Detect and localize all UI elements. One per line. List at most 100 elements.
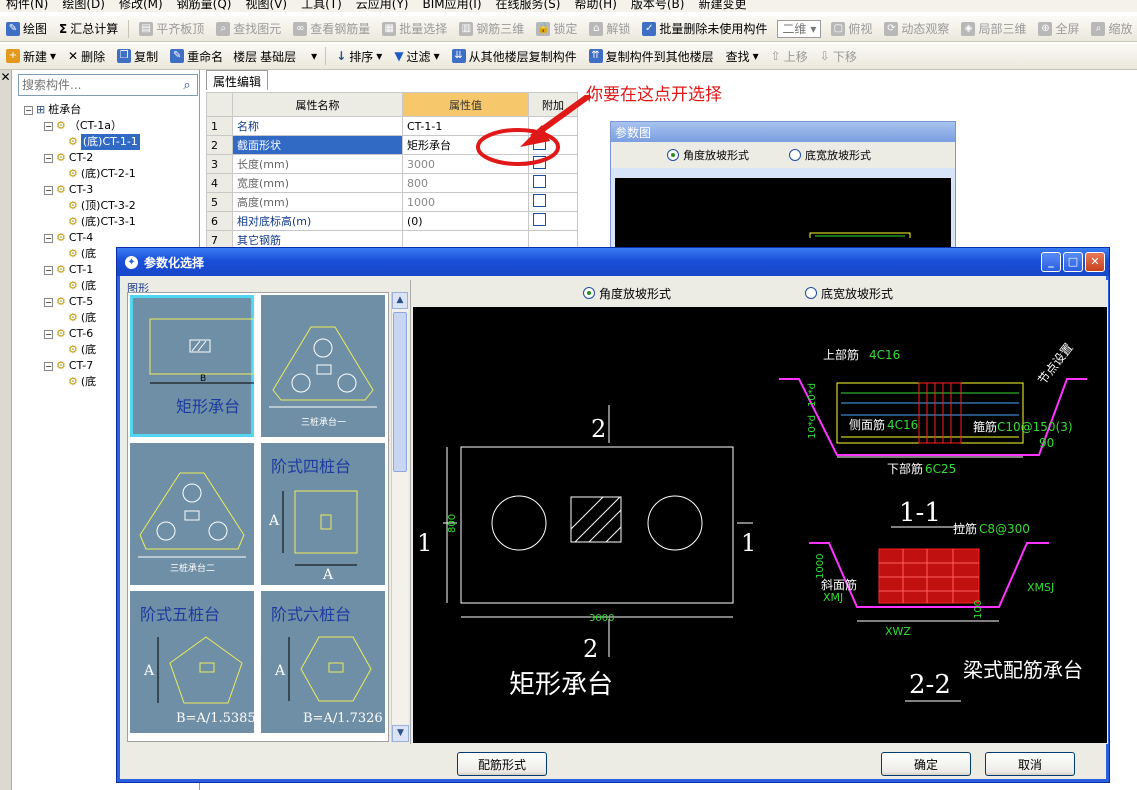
menu-item[interactable]: 帮助(H) [574, 0, 616, 12]
tree-item[interactable]: ⚙ (底)CT-1-1 [24, 134, 140, 150]
radio-width-slope[interactable]: 底宽放坡形式 [789, 147, 871, 163]
top-view-button[interactable]: ▢ 俯视 [829, 20, 874, 37]
collapse-icon[interactable]: − [44, 233, 53, 243]
close-icon[interactable]: ✕ [0, 70, 11, 84]
radio-angle-slope[interactable]: 角度放坡形式 [667, 147, 749, 163]
copy-button[interactable]: ❐ 复制 [115, 48, 160, 65]
property-value[interactable]: (0) [402, 211, 529, 231]
tree-item[interactable]: − ⚙ CT-2 [24, 150, 140, 166]
tree-item-label: (底)CT-1-1 [80, 134, 140, 150]
find-element-button[interactable]: ⌕ 查找图元 [214, 20, 283, 37]
maximize-button[interactable]: □ [1063, 252, 1083, 272]
tree-item[interactable]: ⚙ (底)CT-3-1 [24, 214, 140, 230]
tab-property-edit[interactable]: 属性编辑 [206, 70, 269, 90]
menu-item[interactable]: 工具(T) [301, 0, 342, 12]
shape-card-rect-cap[interactable]: B 矩形承台 [130, 295, 254, 437]
radio-width-slope[interactable]: 底宽放坡形式 [805, 285, 893, 302]
move-up-button[interactable]: ⇧ 上移 [769, 48, 810, 65]
sort-button[interactable]: ↓ 排序 ▾ [334, 48, 384, 65]
cancel-button[interactable]: 取消 [985, 752, 1075, 776]
menu-item[interactable]: 云应用(Y) [356, 0, 409, 12]
rename-button[interactable]: ✎ 重命名 [168, 48, 225, 65]
collapse-icon[interactable]: − [44, 185, 53, 195]
fullscreen-button[interactable]: ⊕ 全屏 [1036, 20, 1081, 37]
property-value[interactable]: 800 [402, 173, 529, 193]
chevron-down-icon[interactable]: ▼ [392, 725, 409, 742]
menu-item[interactable]: 钢筋量(Q) [177, 0, 232, 12]
collapse-icon[interactable]: − [44, 297, 53, 307]
search-input[interactable] [19, 76, 177, 94]
value-stirrup: C10@150(3) [997, 420, 1073, 434]
tree-item[interactable]: − ⚙ CT-4 [24, 230, 140, 246]
shape-card-three-pile-1[interactable]: 三桩承台一 [261, 295, 385, 437]
radio-angle-slope[interactable]: 角度放坡形式 [583, 285, 671, 302]
menu-item[interactable]: 绘图(D) [62, 0, 105, 12]
minimize-button[interactable]: _ [1041, 252, 1061, 272]
menu-item[interactable]: 新建变更 [698, 0, 746, 12]
delete-button[interactable]: ✕ 删除 [66, 48, 107, 65]
menu-item[interactable]: 版本号(B) [631, 0, 685, 12]
collapse-icon[interactable]: − [44, 121, 53, 131]
menu-item[interactable]: 视图(V) [245, 0, 287, 12]
extra-checkbox[interactable] [533, 213, 546, 226]
shape-list-scrollbar[interactable]: ▲ ▼ [391, 292, 409, 742]
collapse-icon[interactable]: − [44, 361, 53, 371]
draw-icon: ✎ [6, 21, 20, 36]
table-row[interactable]: 4 宽度(mm) 800 [206, 173, 578, 193]
summary-calc-button[interactable]: Σ 汇总计算 [57, 20, 120, 37]
search-icon[interactable]: ⌕ [177, 78, 197, 93]
menu-item[interactable]: 在线服务(S) [496, 0, 561, 12]
tree-item[interactable]: ⚙ (底)CT-2-1 [24, 166, 140, 182]
floor-selector[interactable]: 楼层 基础层 ▾ [233, 48, 317, 65]
extra-checkbox[interactable] [533, 194, 546, 207]
copy-to-floor-button[interactable]: ⇈ 复制构件到其他楼层 [587, 48, 716, 65]
table-row[interactable]: 6 相对底标高(m) (0) [206, 211, 578, 231]
tree-item-label: (底 [80, 311, 97, 324]
rebar-form-button[interactable]: 配筋形式 [457, 752, 547, 776]
shape-card-step-four-pile[interactable]: A A 阶式四桩台 [261, 443, 385, 585]
collapse-icon[interactable]: − [44, 265, 53, 275]
tree-root[interactable]: − ⊞ 桩承台 [24, 102, 140, 118]
collapse-icon[interactable]: − [44, 329, 53, 339]
zoom-button[interactable]: ⌕ 缩放 [1089, 20, 1134, 37]
align-slab-top-button[interactable]: ▤ 平齐板顶 [137, 20, 206, 37]
thumb-pile [291, 373, 311, 393]
shape-card-three-pile-2[interactable]: 三桩承台二 [130, 443, 254, 585]
menu-item[interactable]: 修改(M) [119, 0, 163, 12]
shape-card-step-five-pile[interactable]: A 阶式五桩台 B=A/1.5385 [130, 591, 256, 733]
copy-from-floor-button[interactable]: ⇊ 从其他楼层复制构件 [450, 48, 579, 65]
extra-checkbox[interactable] [533, 175, 546, 188]
new-button[interactable]: + 新建 ▾ [4, 48, 58, 65]
ok-button[interactable]: 确定 [881, 752, 971, 776]
close-button[interactable]: ✕ [1085, 252, 1105, 272]
tree-item-label: CT-5 [68, 295, 94, 308]
tree-item-label: (顶)CT-3-2 [80, 199, 136, 212]
tree-item[interactable]: − ⚙ CT-3 [24, 182, 140, 198]
table-row[interactable]: 5 高度(mm) 1000 [206, 192, 578, 212]
draw-button[interactable]: ✎ 绘图 [4, 20, 49, 37]
view-rebar-button[interactable]: ∞ 查看钢筋量 [291, 20, 372, 37]
unlock-button[interactable]: ⌂ 解锁 [587, 20, 632, 37]
shape-card-step-six-pile[interactable]: A 阶式六桩台 B=A/1.7326 [261, 591, 385, 733]
rebar-3d-button[interactable]: ▥ 钢筋三维 [457, 20, 526, 37]
filter-button[interactable]: ▼ 过滤 ▾ [392, 48, 441, 65]
dynamic-orbit-button[interactable]: ⟳ 动态观察 [882, 20, 951, 37]
header-num [206, 92, 233, 117]
batch-select-button[interactable]: ▦ 批量选择 [380, 20, 449, 37]
tree-item[interactable]: ⚙ (顶)CT-3-2 [24, 198, 140, 214]
view-mode-combo[interactable]: 二维 ▾ [777, 19, 822, 38]
menu-item[interactable]: 构件(N) [6, 0, 48, 12]
menu-item[interactable]: BIM应用(I) [422, 0, 481, 12]
tree-item[interactable]: − ⚙ （CT-1a） [24, 118, 140, 134]
chevron-down-icon: ▾ [50, 49, 57, 63]
batch-delete-unused-button[interactable]: ✓ 批量删除未使用构件 [640, 20, 769, 37]
find-button[interactable]: 查找 ▾ [724, 48, 761, 65]
collapse-icon[interactable]: − [24, 105, 33, 115]
local-3d-button[interactable]: ◈ 局部三维 [959, 20, 1028, 37]
lock-button[interactable]: 🔒 锁定 [534, 20, 579, 37]
property-value[interactable]: 1000 [402, 192, 529, 212]
scrollbar-thumb[interactable] [393, 312, 407, 472]
move-down-button[interactable]: ⇩ 下移 [818, 48, 859, 65]
chevron-up-icon[interactable]: ▲ [392, 292, 408, 309]
collapse-icon[interactable]: − [44, 153, 53, 163]
